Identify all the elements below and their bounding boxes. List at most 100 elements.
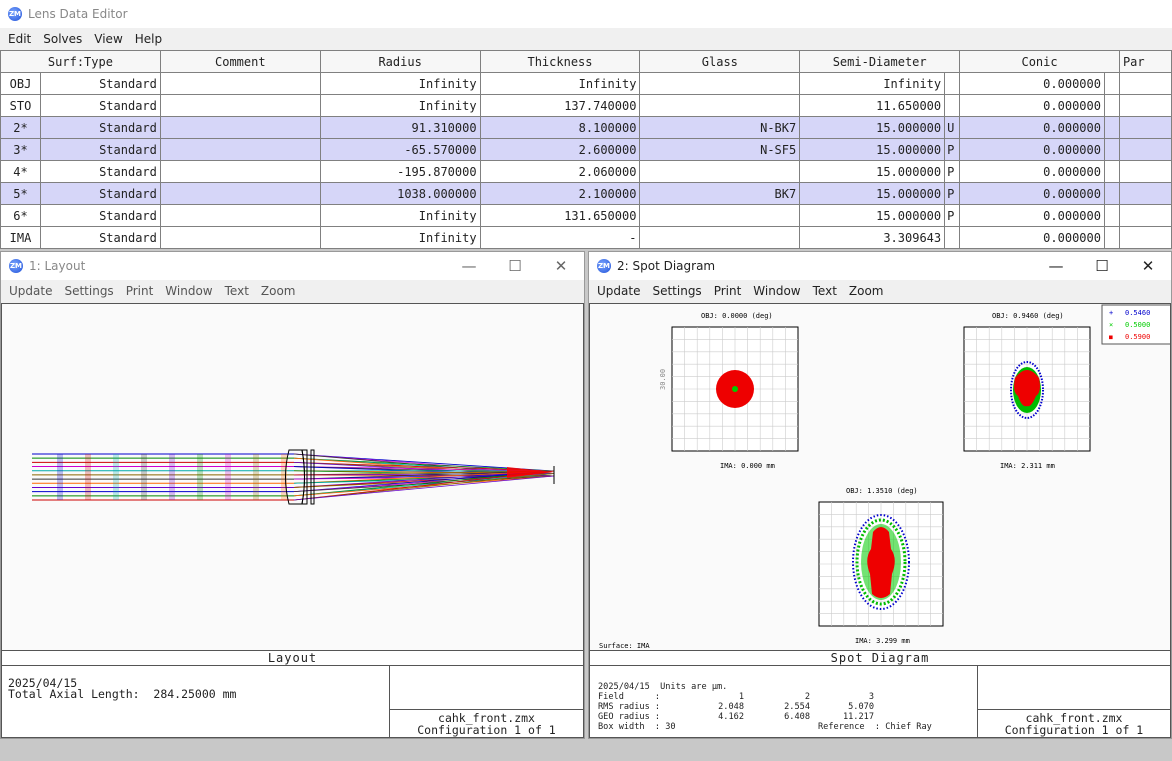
lens-row[interactable]: 5* Standard 1038.000000 2.100000 BK7 15.00000…: [0, 182, 1172, 205]
menu-update[interactable]: Update: [591, 284, 646, 298]
semi-diameter-solve-cell[interactable]: P: [944, 138, 961, 161]
par-cell[interactable]: [1118, 182, 1172, 205]
close-icon[interactable]: ✕: [1125, 257, 1171, 275]
par-cell[interactable]: [1118, 204, 1172, 227]
thickness-cell[interactable]: 137.740000: [479, 94, 641, 117]
par-cell[interactable]: [1118, 138, 1172, 161]
par-cell[interactable]: [1118, 160, 1172, 183]
radius-cell[interactable]: 91.310000: [319, 116, 481, 139]
menu-update[interactable]: Update: [3, 284, 58, 298]
semi-diameter-cell[interactable]: 3.309643: [799, 226, 946, 249]
type-cell[interactable]: Standard: [39, 116, 161, 139]
menu-solves[interactable]: Solves: [37, 32, 88, 46]
semi-diameter-cell[interactable]: 15.000000: [799, 138, 946, 161]
glass-cell[interactable]: [639, 72, 801, 95]
type-cell[interactable]: Standard: [39, 160, 161, 183]
surf-cell[interactable]: 5*: [0, 182, 41, 205]
menu-text[interactable]: Text: [807, 284, 843, 298]
comment-cell[interactable]: [159, 204, 321, 227]
radius-cell[interactable]: Infinity: [319, 226, 481, 249]
semi-diameter-cell[interactable]: 11.650000: [799, 94, 946, 117]
glass-cell[interactable]: [639, 160, 801, 183]
semi-diameter-cell[interactable]: 15.000000: [799, 160, 946, 183]
glass-cell[interactable]: [639, 94, 801, 117]
semi-diameter-solve-cell[interactable]: [944, 226, 961, 249]
comment-cell[interactable]: [159, 226, 321, 249]
conic-solve-cell[interactable]: [1103, 138, 1120, 161]
header-radius[interactable]: Radius: [319, 50, 481, 73]
lens-row[interactable]: IMA Standard Infinity - 3.309643 0.000000: [0, 226, 1172, 249]
comment-cell[interactable]: [159, 116, 321, 139]
conic-cell[interactable]: 0.000000: [959, 226, 1105, 249]
conic-cell[interactable]: 0.000000: [959, 182, 1105, 205]
minimize-icon[interactable]: —: [446, 257, 492, 275]
thickness-cell[interactable]: 2.060000: [479, 160, 641, 183]
par-cell[interactable]: [1118, 94, 1172, 117]
menu-settings[interactable]: Settings: [58, 284, 119, 298]
par-cell[interactable]: [1118, 72, 1172, 95]
semi-diameter-solve-cell[interactable]: [944, 94, 961, 117]
comment-cell[interactable]: [159, 138, 321, 161]
conic-solve-cell[interactable]: [1103, 72, 1120, 95]
menu-window[interactable]: Window: [747, 284, 806, 298]
glass-cell[interactable]: [639, 204, 801, 227]
lens-row[interactable]: 3* Standard -65.570000 2.600000 N-SF5 15.0000…: [0, 138, 1172, 161]
thickness-cell[interactable]: -: [479, 226, 641, 249]
menu-window[interactable]: Window: [159, 284, 218, 298]
conic-cell[interactable]: 0.000000: [959, 160, 1105, 183]
semi-diameter-cell[interactable]: 15.000000: [799, 204, 946, 227]
type-cell[interactable]: Standard: [39, 72, 161, 95]
comment-cell[interactable]: [159, 182, 321, 205]
thickness-cell[interactable]: 131.650000: [479, 204, 641, 227]
semi-diameter-cell[interactable]: 15.000000: [799, 116, 946, 139]
conic-solve-cell[interactable]: [1103, 226, 1120, 249]
semi-diameter-cell[interactable]: Infinity: [799, 72, 946, 95]
type-cell[interactable]: Standard: [39, 94, 161, 117]
surf-cell[interactable]: 4*: [0, 160, 41, 183]
lens-row[interactable]: 2* Standard 91.310000 8.100000 N-BK7 15.00000…: [0, 116, 1172, 139]
semi-diameter-solve-cell[interactable]: P: [944, 182, 961, 205]
thickness-cell[interactable]: Infinity: [479, 72, 641, 95]
type-cell[interactable]: Standard: [39, 138, 161, 161]
menu-print[interactable]: Print: [120, 284, 160, 298]
header-comment[interactable]: Comment: [159, 50, 321, 73]
glass-cell[interactable]: BK7: [639, 182, 801, 205]
surf-cell[interactable]: 6*: [0, 204, 41, 227]
radius-cell[interactable]: Infinity: [319, 204, 481, 227]
lens-row[interactable]: OBJ Standard Infinity Infinity Infinity 0.000…: [0, 72, 1172, 95]
conic-cell[interactable]: 0.000000: [959, 204, 1105, 227]
conic-solve-cell[interactable]: [1103, 160, 1120, 183]
radius-cell[interactable]: Infinity: [319, 72, 481, 95]
type-cell[interactable]: Standard: [39, 226, 161, 249]
semi-diameter-cell[interactable]: 15.000000: [799, 182, 946, 205]
comment-cell[interactable]: [159, 160, 321, 183]
conic-cell[interactable]: 0.000000: [959, 72, 1105, 95]
close-icon[interactable]: ✕: [538, 257, 584, 275]
thickness-cell[interactable]: 2.100000: [479, 182, 641, 205]
conic-cell[interactable]: 0.000000: [959, 116, 1105, 139]
menu-settings[interactable]: Settings: [646, 284, 707, 298]
radius-cell[interactable]: Infinity: [319, 94, 481, 117]
conic-solve-cell[interactable]: [1103, 182, 1120, 205]
header-semi-diameter[interactable]: Semi-Diameter: [799, 50, 961, 73]
spot-canvas[interactable]: OBJ: 0.0000 (deg) IMA: 0.000 mm OBJ: 0.9…: [589, 303, 1171, 651]
menu-zoom[interactable]: Zoom: [843, 284, 890, 298]
type-cell[interactable]: Standard: [39, 204, 161, 227]
surf-cell[interactable]: IMA: [0, 226, 41, 249]
lens-row[interactable]: 4* Standard -195.870000 2.060000 15.000000 P 0…: [0, 160, 1172, 183]
minimize-icon[interactable]: —: [1033, 257, 1079, 275]
glass-cell[interactable]: N-SF5: [639, 138, 801, 161]
thickness-cell[interactable]: 2.600000: [479, 138, 641, 161]
thickness-cell[interactable]: 8.100000: [479, 116, 641, 139]
header-par[interactable]: Par: [1118, 50, 1172, 73]
surf-cell[interactable]: STO: [0, 94, 41, 117]
semi-diameter-solve-cell[interactable]: [944, 72, 961, 95]
par-cell[interactable]: [1118, 226, 1172, 249]
conic-solve-cell[interactable]: [1103, 204, 1120, 227]
comment-cell[interactable]: [159, 72, 321, 95]
lens-row[interactable]: STO Standard Infinity 137.740000 11.650000 0.…: [0, 94, 1172, 117]
glass-cell[interactable]: [639, 226, 801, 249]
comment-cell[interactable]: [159, 94, 321, 117]
header-thickness[interactable]: Thickness: [479, 50, 641, 73]
radius-cell[interactable]: -65.570000: [319, 138, 481, 161]
